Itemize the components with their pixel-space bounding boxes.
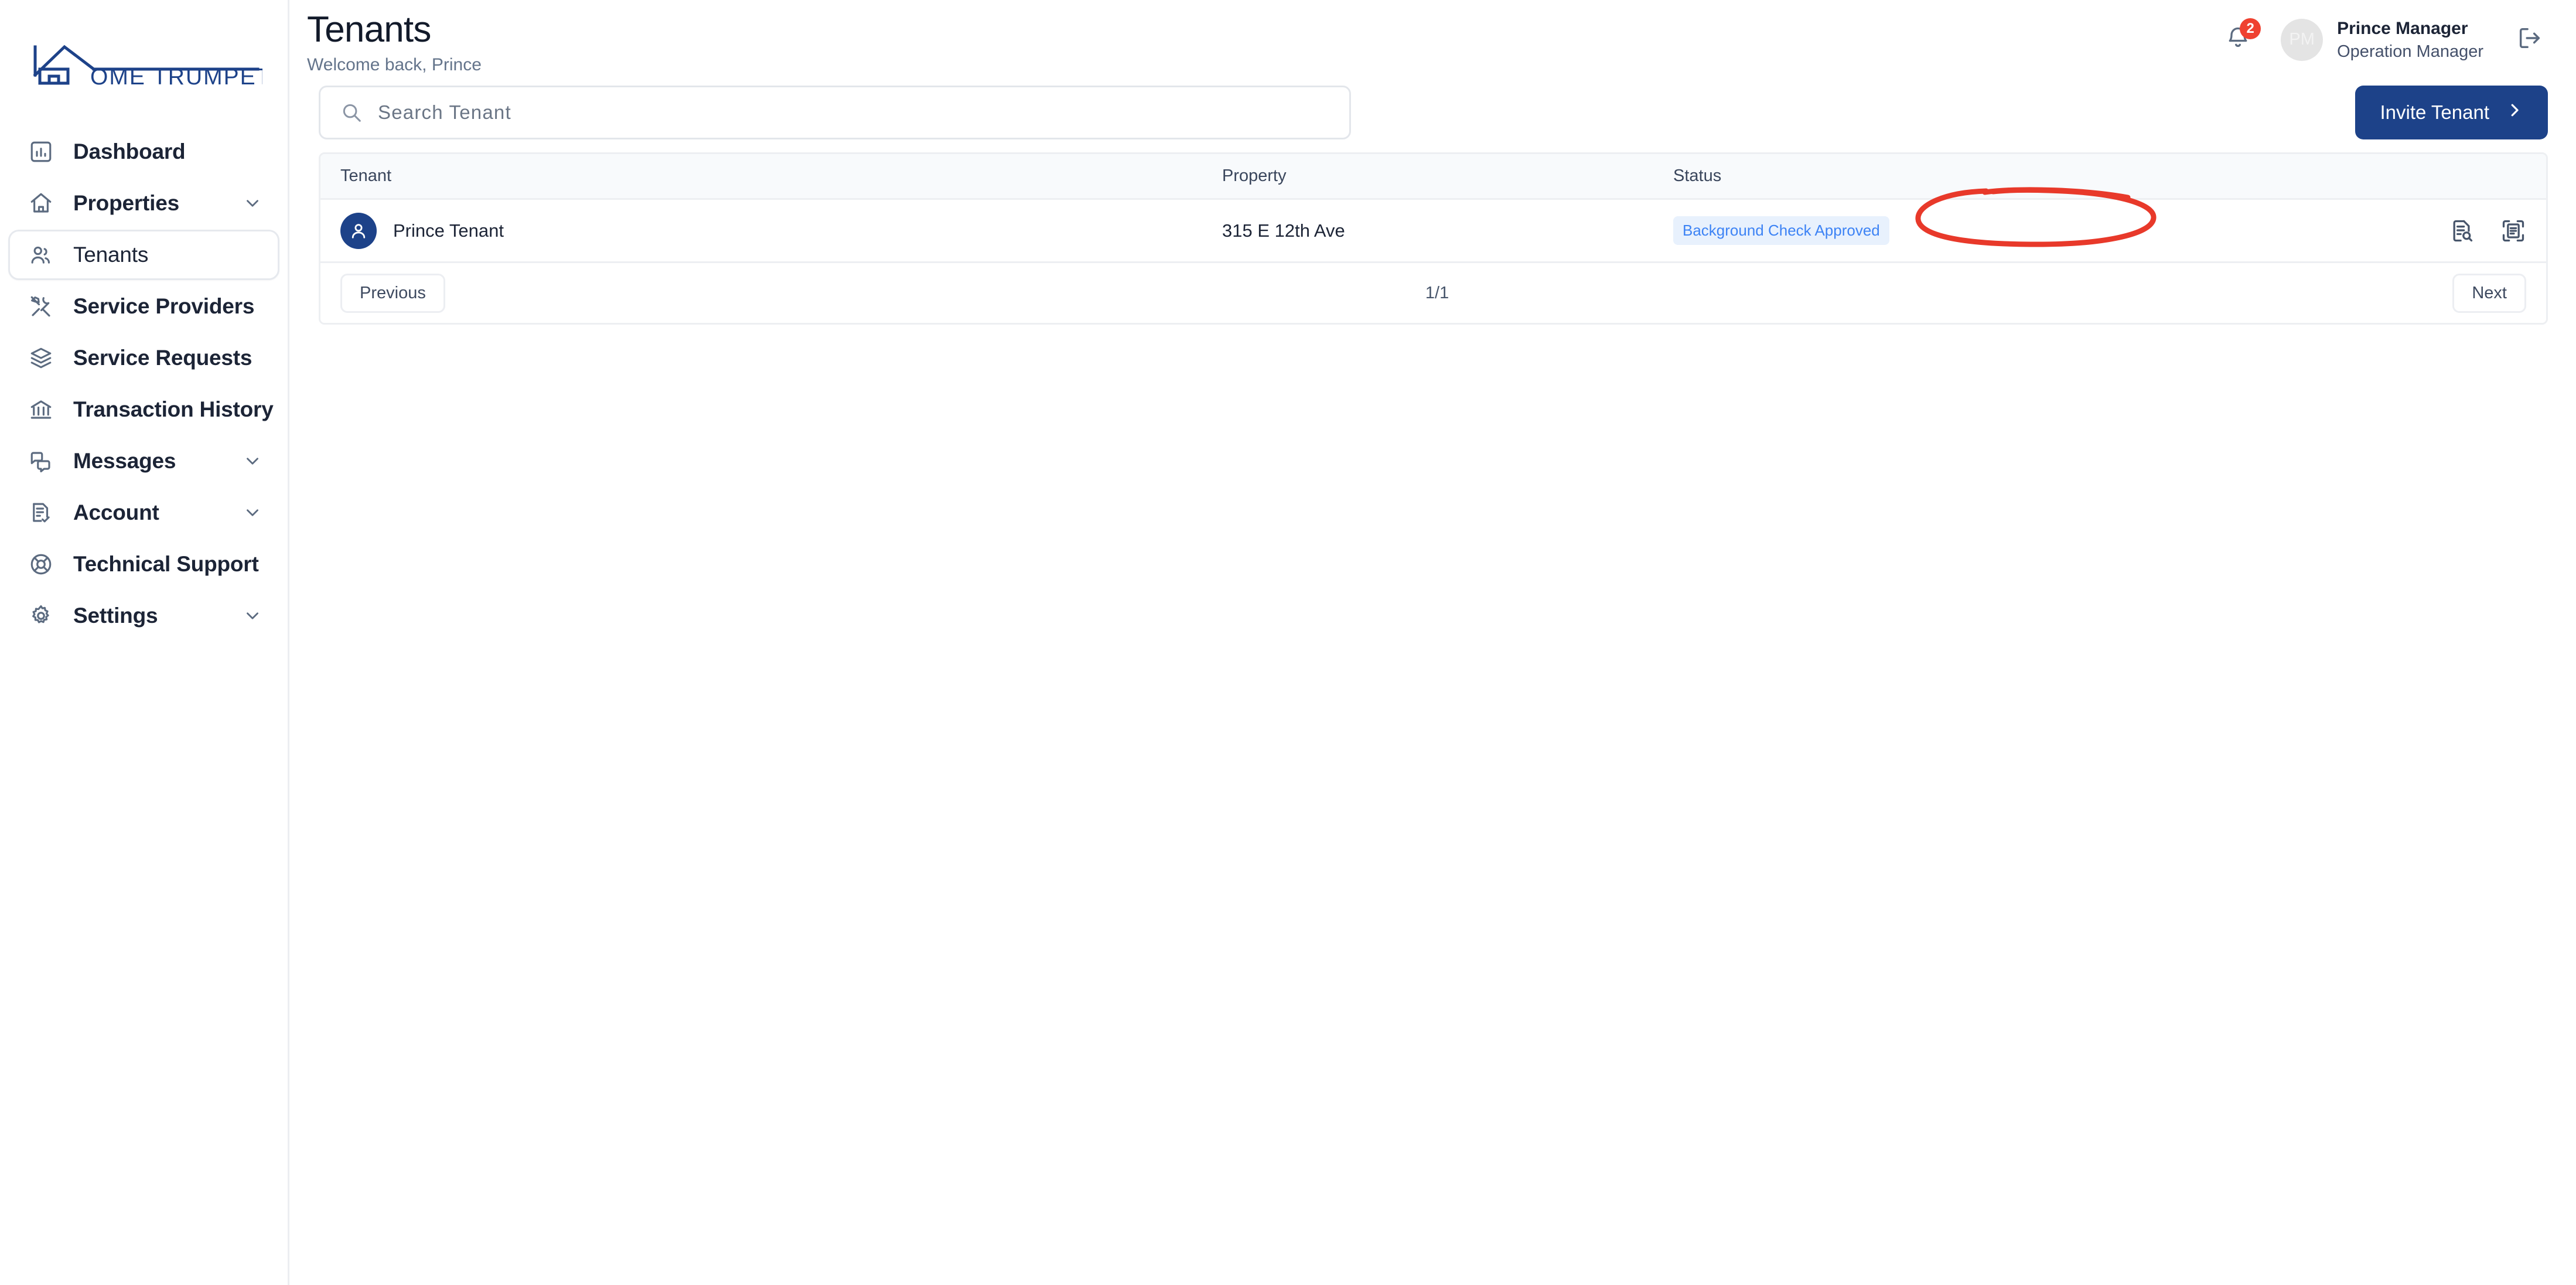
chevron-down-icon[interactable] bbox=[243, 193, 262, 213]
page-indicator: 1/1 bbox=[1425, 283, 1449, 302]
notification-count-badge: 2 bbox=[2240, 18, 2261, 39]
cell-tenant: Prince Tenant bbox=[340, 212, 1222, 249]
sidebar-item-label: Messages bbox=[73, 449, 176, 473]
cell-property: 315 E 12th Ave bbox=[1222, 220, 1673, 241]
topbar: Tenants Welcome back, Prince 2 PM Prince… bbox=[289, 0, 2576, 74]
next-page-button[interactable]: Next bbox=[2452, 273, 2526, 313]
lifebuoy-icon bbox=[28, 551, 54, 578]
main-content: Tenants Welcome back, Prince 2 PM Prince… bbox=[289, 0, 2576, 1285]
page-subtitle: Welcome back, Prince bbox=[307, 55, 482, 75]
topbar-right: 2 PM Prince Manager Operation Manager bbox=[2217, 11, 2548, 62]
document-check-icon bbox=[28, 499, 54, 526]
sidebar-item-tenants[interactable]: Tenants bbox=[8, 230, 279, 280]
sidebar-item-label: Transaction History bbox=[73, 397, 274, 421]
user-name: Prince Manager bbox=[2337, 19, 2468, 38]
sidebar-item-label: Dashboard bbox=[73, 139, 186, 163]
chevron-down-icon[interactable] bbox=[243, 606, 262, 626]
document-search-icon[interactable] bbox=[2449, 218, 2475, 244]
table-row[interactable]: Prince Tenant 315 E 12th Ave Background … bbox=[320, 200, 2546, 263]
user-menu[interactable]: Prince Manager Operation Manager bbox=[2337, 18, 2483, 62]
user-avatar-icon bbox=[340, 212, 377, 249]
sidebar-item-label: Service Providers bbox=[73, 294, 255, 318]
svg-text:OME TRUMPETER: OME TRUMPETER bbox=[90, 64, 262, 87]
user-role: Operation Manager bbox=[2337, 42, 2483, 61]
toolbar: Invite Tenant bbox=[289, 74, 2576, 139]
property-address: 315 E 12th Ave bbox=[1222, 220, 1345, 241]
users-icon bbox=[28, 241, 54, 268]
sidebar-item-transaction-history[interactable]: Transaction History bbox=[8, 384, 279, 435]
sidebar-nav: Dashboard Properties Tenants Service Pro… bbox=[0, 127, 288, 641]
document-scan-icon[interactable] bbox=[2500, 218, 2526, 244]
search-icon bbox=[340, 101, 363, 124]
sidebar-item-label: Service Requests bbox=[73, 346, 253, 370]
sidebar-item-label: Account bbox=[73, 500, 159, 524]
status-badge[interactable]: Background Check Approved bbox=[1673, 216, 1889, 245]
cell-status: Background Check Approved bbox=[1673, 216, 2415, 245]
chevron-down-icon[interactable] bbox=[243, 503, 262, 523]
table-header-row: Tenant Property Status bbox=[320, 154, 2546, 200]
sidebar-item-label: Technical Support bbox=[73, 552, 259, 576]
layers-icon bbox=[28, 345, 54, 371]
chevron-right-icon bbox=[2506, 101, 2523, 124]
sidebar-item-messages[interactable]: Messages bbox=[8, 436, 279, 486]
column-header-status: Status bbox=[1673, 166, 1722, 185]
sidebar-item-service-requests[interactable]: Service Requests bbox=[8, 333, 279, 383]
tools-icon bbox=[28, 293, 54, 320]
pagination: Previous 1/1 Next bbox=[320, 263, 2546, 323]
sidebar-item-service-providers[interactable]: Service Providers bbox=[8, 281, 279, 332]
cell-actions bbox=[2415, 218, 2526, 244]
page-heading: Tenants Welcome back, Prince bbox=[307, 11, 482, 75]
chart-bar-icon bbox=[28, 138, 54, 165]
logout-icon bbox=[2516, 25, 2543, 54]
brand-logo[interactable]: OME TRUMPETER bbox=[0, 0, 288, 127]
logout-button[interactable] bbox=[2512, 22, 2548, 58]
tenants-table: Tenant Property Status Prince Tenant 315… bbox=[319, 152, 2548, 325]
column-header-tenant: Tenant bbox=[340, 166, 392, 185]
sidebar-item-technical-support[interactable]: Technical Support bbox=[8, 539, 279, 589]
column-header-property: Property bbox=[1222, 166, 1287, 185]
search-input[interactable] bbox=[378, 87, 1329, 138]
invite-tenant-label: Invite Tenant bbox=[2380, 101, 2489, 123]
app-root: OME TRUMPETER Dashboard bbox=[0, 0, 2576, 1285]
page-title: Tenants bbox=[307, 9, 431, 50]
sidebar-item-properties[interactable]: Properties bbox=[8, 178, 279, 229]
sidebar-item-label: Properties bbox=[73, 191, 180, 215]
chat-icon bbox=[28, 448, 54, 475]
notifications-button[interactable]: 2 bbox=[2217, 18, 2261, 60]
sidebar-item-settings[interactable]: Settings bbox=[8, 591, 279, 641]
invite-tenant-button[interactable]: Invite Tenant bbox=[2355, 86, 2548, 139]
tenant-name: Prince Tenant bbox=[393, 220, 504, 241]
gear-icon bbox=[28, 602, 54, 629]
sidebar-item-label: Settings bbox=[73, 604, 158, 628]
avatar[interactable]: PM bbox=[2281, 18, 2323, 61]
sidebar-item-dashboard[interactable]: Dashboard bbox=[8, 127, 279, 177]
sidebar-item-label: Tenants bbox=[73, 243, 149, 267]
bank-icon bbox=[28, 396, 54, 423]
search-box[interactable] bbox=[319, 86, 1351, 139]
sidebar-item-account[interactable]: Account bbox=[8, 488, 279, 538]
sidebar: OME TRUMPETER Dashboard bbox=[0, 0, 289, 1285]
home-icon bbox=[28, 190, 54, 217]
chevron-down-icon[interactable] bbox=[243, 451, 262, 471]
